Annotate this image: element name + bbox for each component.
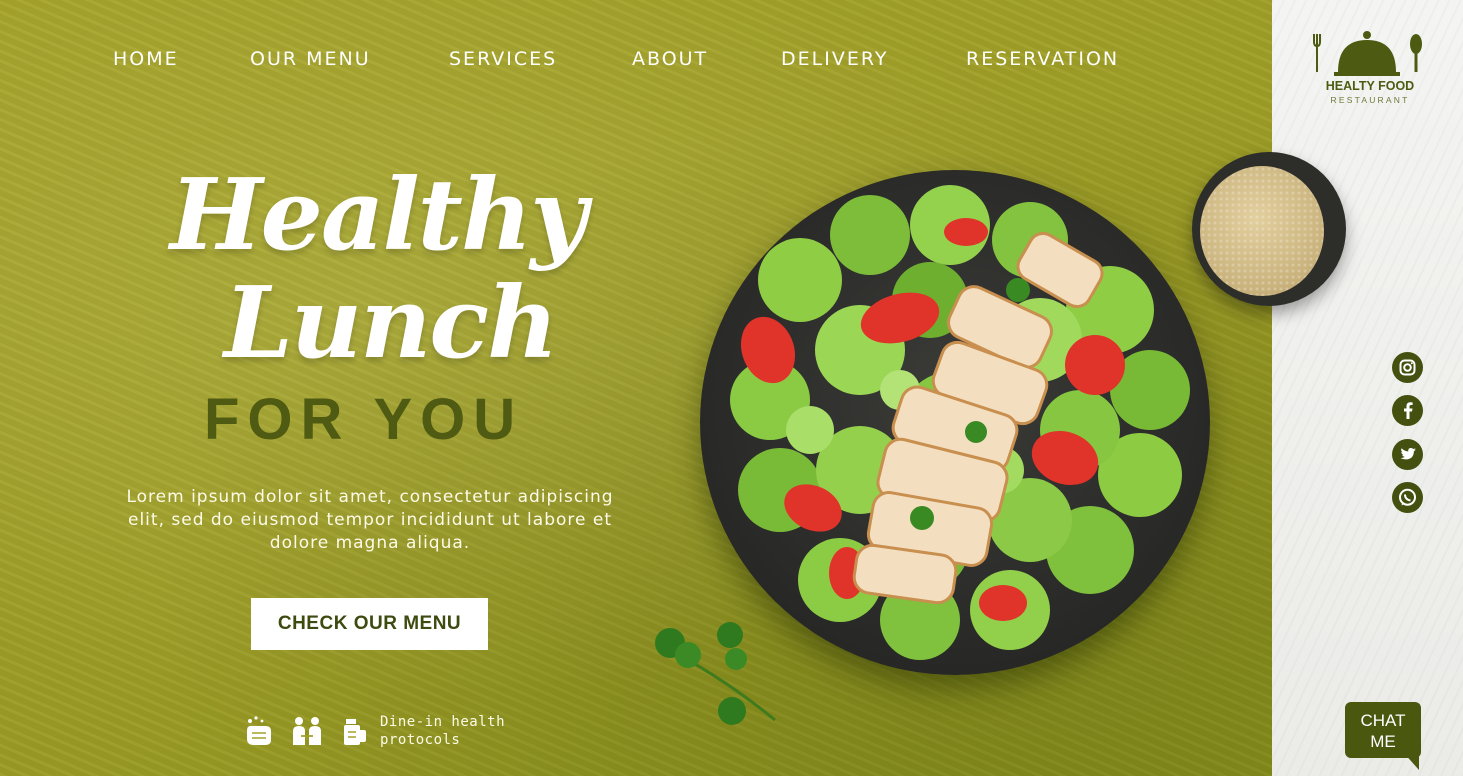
main-nav: HOME OUR MENU SERVICES ABOUT DELIVERY RE… — [0, 48, 1272, 74]
nav-item-reservation[interactable]: RESERVATION — [966, 48, 1119, 70]
cloche-icon — [1310, 28, 1430, 78]
instagram-icon[interactable] — [1392, 352, 1423, 383]
twitter-icon[interactable] — [1392, 439, 1423, 470]
brand-logo[interactable]: HEALTY FOOD RESTAURANT — [1310, 28, 1430, 110]
nav-item-home[interactable]: HOME — [113, 48, 179, 70]
parsley-garnish-image — [640, 615, 790, 735]
chat-label: CHAT ME — [1345, 710, 1421, 752]
seed-bowl-image — [1192, 152, 1346, 306]
side-panel — [1272, 0, 1463, 776]
whatsapp-icon[interactable] — [1392, 482, 1423, 513]
hero-description: Lorem ipsum dolor sit amet, consectetur … — [126, 487, 614, 553]
chat-bubble-tail — [1403, 752, 1419, 770]
protocol-text: Dine-in health protocols — [380, 714, 506, 748]
chat-me-button[interactable]: CHAT ME — [1345, 702, 1421, 770]
handwash-icon — [244, 715, 274, 747]
check-menu-button[interactable]: CHECK OUR MENU — [251, 598, 488, 650]
chat-label-line1: CHAT — [1360, 711, 1406, 730]
facebook-icon[interactable] — [1392, 395, 1423, 426]
distancing-icon — [290, 715, 321, 747]
brand-name: HEALTY FOOD — [1325, 79, 1415, 93]
salad-plate-image — [700, 170, 1210, 675]
seed-bowl-contents — [1200, 166, 1324, 296]
hero-title-line2: Lunch — [224, 266, 558, 381]
nav-item-services[interactable]: SERVICES — [449, 48, 557, 70]
hero-title-line3: FOR YOU — [204, 387, 524, 452]
chat-label-line2: ME — [1370, 732, 1396, 751]
sanitizer-icon — [342, 715, 372, 747]
brand-tagline: RESTAURANT — [1330, 95, 1410, 105]
nav-item-about[interactable]: ABOUT — [632, 48, 708, 70]
nav-item-delivery[interactable]: DELIVERY — [781, 48, 888, 70]
nav-item-our-menu[interactable]: OUR MENU — [250, 48, 371, 70]
hero-title-line1: Healthy — [170, 158, 587, 273]
